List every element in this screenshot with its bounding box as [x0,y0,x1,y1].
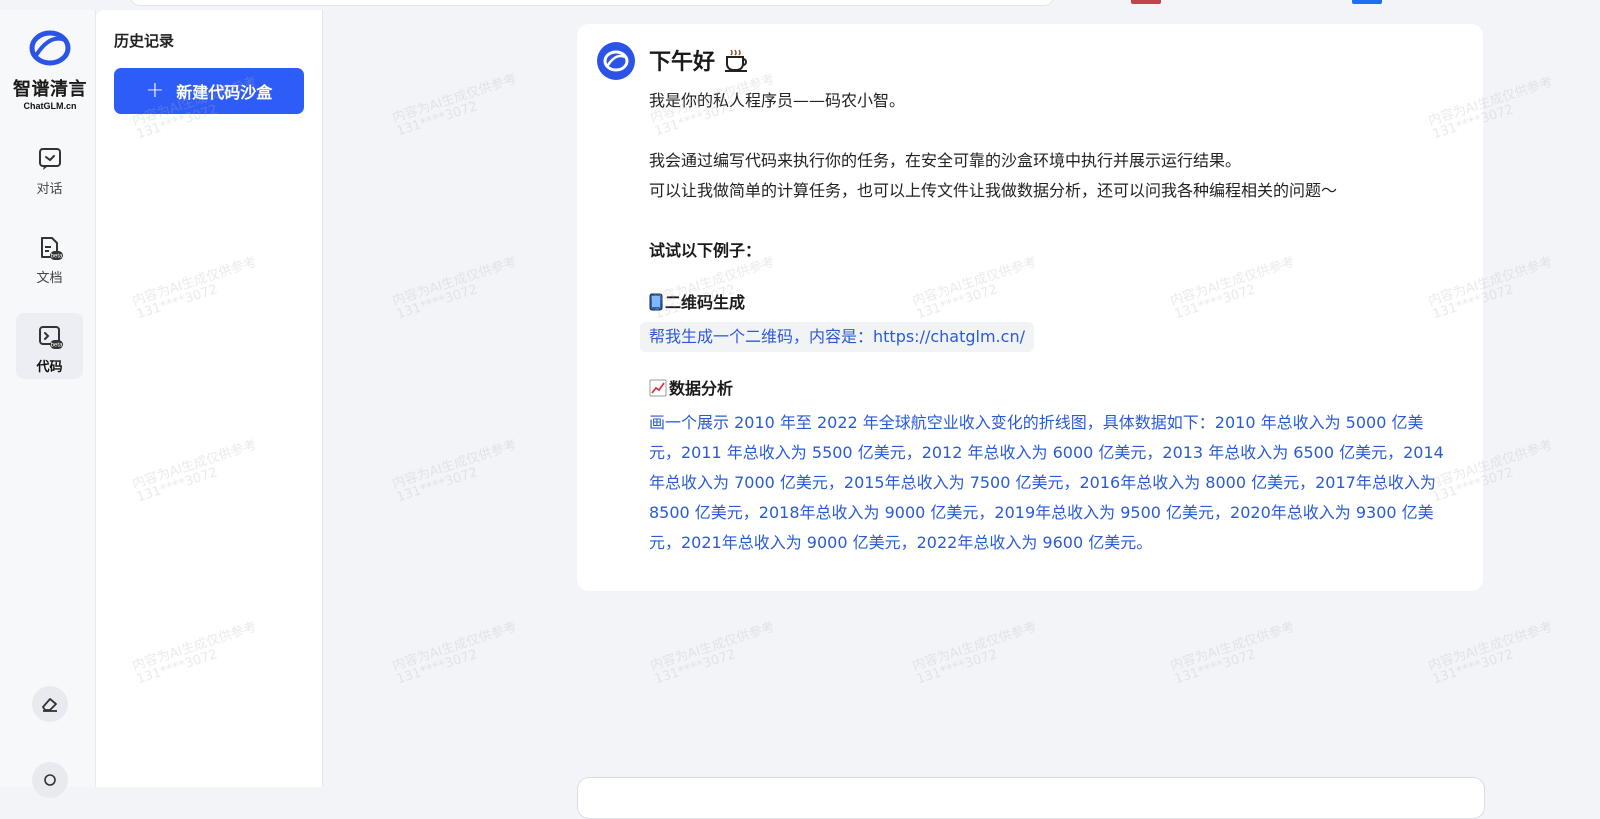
watermark: 内容为AI生成仅供参考 131****3072 [1168,619,1297,688]
code-icon: beta [38,326,63,349]
nav-item-document[interactable]: beta 文档 [16,224,83,290]
top-red-tab[interactable] [1131,0,1161,4]
history-title: 历史记录 [114,32,175,50]
bot-logo-icon [603,50,629,72]
try-title: 试试以下例子： [649,241,762,260]
bot-avatar [597,42,635,80]
user-avatar-button[interactable] [32,762,68,798]
desc-line-2: 可以让我做简单的计算任务，也可以上传文件让我做数据分析，还可以问我各种编程相关的… [649,181,1338,200]
plus-icon: + [145,78,165,103]
watermark: 内容为AI生成仅供参考 131****3072 [1426,619,1555,688]
brand-name: 智谱清言 [13,79,87,100]
document-icon: beta [40,237,63,260]
phone-icon [649,293,663,311]
greeting-text: 下午好 [649,50,716,75]
nav-item-code[interactable]: beta 代码 [16,313,83,379]
watermark: 内容为AI生成仅供参考 131****3072 [390,254,519,323]
brand[interactable]: 智谱清言 ChatGLM.cn [0,28,100,111]
desc-line-1: 我会通过编写代码来执行你的任务，在安全可靠的沙盒环境中执行并展示运行结果。 [649,151,1242,170]
svg-text:beta: beta [50,343,62,349]
new-code-sandbox-label: 新建代码沙盒 [176,83,273,102]
chart-increasing-icon [649,379,667,397]
new-code-sandbox-button[interactable]: + 新建代码沙盒 [114,68,304,114]
eraser-button[interactable] [32,686,68,722]
nav-label-document: 文档 [36,271,63,286]
coffee-icon [724,49,747,72]
example1-title: 二维码生成 [649,288,1449,318]
watermark: 内容为AI生成仅供参考 131****3072 [390,437,519,506]
nav-label-code: 代码 [36,360,63,375]
chat-icon [38,148,61,170]
welcome-card: 下午好 我是你的私人程序员——码农小智。 我会通过编写代码来执行你的任务，在安全… [577,24,1483,591]
example2-prompt[interactable]: 画一个展示 2010 年至 2022 年全球航空业收入变化的折线图，具体数据如下… [649,408,1449,558]
example2-title-text: 数据分析 [669,379,734,398]
top-search-bar[interactable] [130,0,1054,6]
example1-prompt[interactable]: 帮我生成一个二维码，内容是：https://chatglm.cn/ [640,322,1034,352]
intro-text: 我是你的私人程序员——码农小智。 [649,91,906,110]
top-blue-tab[interactable] [1352,0,1382,4]
watermark: 内容为AI生成仅供参考 131****3072 [648,619,777,688]
chat-input-box[interactable] [577,777,1485,819]
watermark: 内容为AI生成仅供参考 131****3072 [390,71,519,140]
left-rail: 智谱清言 ChatGLM.cn 对话 beta 文档 beta 代码 [0,10,96,798]
user-icon [44,774,56,786]
nav-item-chat[interactable]: 对话 [16,135,83,201]
greeting: 下午好 [649,44,751,76]
brand-domain: ChatGLM.cn [23,101,77,111]
watermark: 内容为AI生成仅供参考 131****3072 [390,619,519,688]
nav-label-chat: 对话 [36,182,63,197]
brand-logo-icon [29,30,71,66]
example2-title: 数据分析 [649,374,1449,404]
example1-title-text: 二维码生成 [665,293,746,312]
watermark: 内容为AI生成仅供参考 131****3072 [910,619,1039,688]
welcome-body: 我是你的私人程序员——码农小智。 我会通过编写代码来执行你的任务，在安全可靠的沙… [640,86,1449,558]
svg-text:beta: beta [50,254,62,260]
history-panel: 历史记录 + 新建代码沙盒 [96,10,323,787]
eraser-icon [42,698,57,712]
